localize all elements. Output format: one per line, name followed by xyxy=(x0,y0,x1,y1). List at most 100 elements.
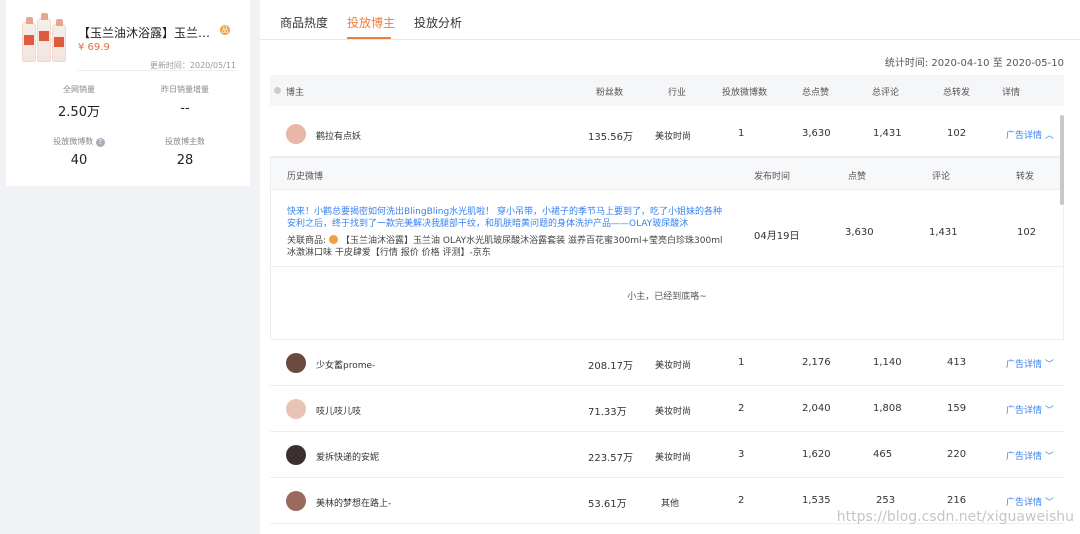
industry: 其他 xyxy=(661,499,680,509)
reposts: 159 xyxy=(947,403,967,414)
table-header: 博主 粉丝数 行业 投放微博数 总点赞 总评论 总转发 详情 xyxy=(270,75,1064,106)
comments: 1,808 xyxy=(873,403,902,414)
stat-label: 投放微博数 xyxy=(53,137,94,146)
related-product-text[interactable]: 【玉兰油沐浴露】玉兰油 OLAY水光肌玻尿酸沐浴露套装 滋养百花蜜300ml+莹… xyxy=(287,236,722,258)
col-reposts[interactable]: 总转发 xyxy=(943,85,970,98)
avatar[interactable] xyxy=(286,353,306,373)
fans-count: 71.33万 xyxy=(588,407,627,418)
reposts: 413 xyxy=(947,357,967,368)
col-publish-time: 发布时间 xyxy=(754,172,791,182)
weibo-post-link[interactable]: 快来！小鹳总要揭密如何洗出BlingBling水光肌啦！ 穿小吊带，小裙子的季节… xyxy=(287,206,727,230)
industry: 美妆时尚 xyxy=(655,407,692,417)
likes: 3,630 xyxy=(802,128,831,139)
product-card: 【玉兰油沐浴露】玉兰油 OL... 品 ¥ 69.9 更新时间：2020/05/… xyxy=(6,0,250,186)
fans-count: 208.17万 xyxy=(588,361,633,372)
table-row[interactable]: 吱儿吱儿吱 71.33万 美妆时尚 2 2,040 1,808 159 广告详情… xyxy=(270,386,1064,432)
ad-detail-link[interactable]: 广告详情 ﹀ xyxy=(1006,449,1054,462)
comments: 1,431 xyxy=(873,128,902,139)
end-of-list-text: 小主，已经到底咯~ xyxy=(627,292,707,302)
tab-bar: 商品热度 投放博主 投放分析 xyxy=(260,0,1080,40)
blogger-name[interactable]: 少女蓄prome- xyxy=(316,358,375,371)
col-fans[interactable]: 粉丝数 xyxy=(596,85,623,98)
product-image[interactable] xyxy=(20,13,68,62)
ad-detail-link[interactable]: 广告详情 ﹀ xyxy=(1006,495,1054,508)
post-reposts: 102 xyxy=(1017,227,1037,238)
stat-label: 昨日销量增量 xyxy=(161,85,209,94)
col-likes[interactable]: 总点赞 xyxy=(802,85,829,98)
col-history: 历史微博 xyxy=(287,172,324,182)
ad-detail-link[interactable]: 广告详情 ﹀ xyxy=(1006,357,1054,370)
fans-count: 223.57万 xyxy=(588,453,633,464)
stat-value: 28 xyxy=(176,153,194,168)
post-likes: 3,630 xyxy=(845,227,874,238)
history-panel: 历史微博 发布时间 点赞 评论 转发 快来！小鹳总要揭密如何洗出BlingBli… xyxy=(270,157,1064,340)
col-comments: 评论 xyxy=(932,172,951,182)
col-industry: 行业 xyxy=(668,88,687,98)
post-count: 3 xyxy=(738,449,745,460)
table-row[interactable]: 爱拆快递的安妮 223.57万 美妆时尚 3 1,620 465 220 广告详… xyxy=(270,432,1064,478)
stat-label: 全网销量 xyxy=(63,85,95,94)
stat-total-sales: 全网销量 2.50万 xyxy=(24,84,134,120)
fans-count: 53.61万 xyxy=(588,499,627,510)
reposts: 102 xyxy=(947,128,967,139)
post-count: 1 xyxy=(738,128,745,139)
blogger-name[interactable]: 爱拆快递的安妮 xyxy=(316,450,379,463)
stat-value: -- xyxy=(180,101,190,116)
blogger-name[interactable]: 鹳拉有点妖 xyxy=(316,129,361,142)
comments: 1,140 xyxy=(873,357,902,368)
avatar[interactable] xyxy=(286,491,306,511)
table-row[interactable]: 少女蓄prome- 208.17万 美妆时尚 1 2,176 1,140 413… xyxy=(270,340,1064,386)
update-time: 更新时间：2020/05/11 xyxy=(149,61,236,70)
main-panel: 商品热度 投放博主 投放分析 统计时间: 2020-04-10 至 2020-0… xyxy=(260,0,1080,534)
history-header: 历史微博 发布时间 点赞 评论 转发 xyxy=(271,158,1063,190)
likes: 2,176 xyxy=(802,357,831,368)
avatar[interactable] xyxy=(286,124,306,144)
product-name[interactable]: 【玉兰油沐浴露】玉兰油 OL... xyxy=(78,24,220,41)
industry: 美妆时尚 xyxy=(655,361,692,371)
industry: 美妆时尚 xyxy=(655,132,692,142)
likes: 2,040 xyxy=(802,403,831,414)
scrollbar[interactable] xyxy=(1060,115,1064,205)
tab-analysis[interactable]: 投放分析 xyxy=(414,14,462,31)
post-count: 1 xyxy=(738,357,745,368)
post-count: 2 xyxy=(738,495,745,506)
help-icon[interactable]: ? xyxy=(95,138,105,147)
select-all-icon[interactable] xyxy=(274,87,281,94)
stat-range: 统计时间: 2020-04-10 至 2020-05-10 xyxy=(884,58,1064,69)
reposts: 216 xyxy=(947,495,967,506)
col-reposts: 转发 xyxy=(1016,172,1035,182)
ad-detail-link[interactable]: 广告详情 ︿ xyxy=(1006,128,1054,141)
publish-date: 04月19日 xyxy=(754,231,800,242)
related-label: 关联商品: xyxy=(287,236,327,246)
stat-weibo-posts: 投放微博数 ? 40 xyxy=(24,136,134,168)
post-count: 2 xyxy=(738,403,745,414)
stat-bloggers: 投放博主数 28 xyxy=(130,136,240,168)
related-product: 关联商品: 【玉兰油沐浴露】玉兰油 OLAY水光肌玻尿酸沐浴露套装 滋养百花蜜30… xyxy=(287,235,727,259)
active-tab-indicator xyxy=(347,37,391,39)
col-posts[interactable]: 投放微博数 xyxy=(722,85,767,98)
platform-badge-icon: 品 xyxy=(220,25,230,35)
reposts: 220 xyxy=(947,449,967,460)
post-comments: 1,431 xyxy=(929,227,958,238)
avatar[interactable] xyxy=(286,399,306,419)
product-price: ¥ 69.9 xyxy=(78,42,110,53)
fans-count: 135.56万 xyxy=(588,132,633,143)
blogger-name[interactable]: 吱儿吱儿吱 xyxy=(316,404,361,417)
avatar[interactable] xyxy=(286,445,306,465)
divider xyxy=(271,266,1063,267)
table-row[interactable]: 鹳拉有点妖 135.56万 美妆时尚 1 3,630 1,431 102 广告详… xyxy=(270,111,1064,157)
industry: 美妆时尚 xyxy=(655,453,692,463)
ad-detail-link[interactable]: 广告详情 ﹀ xyxy=(1006,403,1054,416)
likes: 1,535 xyxy=(802,495,831,506)
likes: 1,620 xyxy=(802,449,831,460)
col-comments[interactable]: 总评论 xyxy=(872,85,899,98)
col-likes: 点赞 xyxy=(848,172,867,182)
tab-product-heat[interactable]: 商品热度 xyxy=(280,14,328,31)
watermark: https://blog.csdn.net/xiguaweishu xyxy=(836,509,1074,525)
blogger-name[interactable]: 美林的梦想在路上- xyxy=(316,496,391,509)
stat-value: 40 xyxy=(70,153,88,168)
tab-bloggers[interactable]: 投放博主 xyxy=(347,14,395,31)
col-blogger: 博主 xyxy=(286,88,305,98)
stat-yesterday-sales: 昨日销量增量 -- xyxy=(130,84,240,116)
comments: 253 xyxy=(876,495,896,506)
